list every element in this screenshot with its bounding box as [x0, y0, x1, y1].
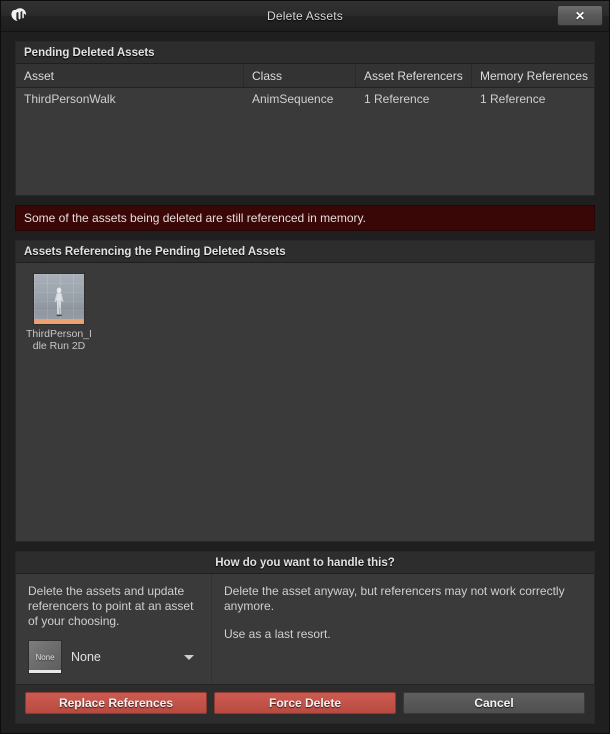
referencing-assets-panel: Assets Referencing the Pending Deleted A… — [15, 240, 595, 542]
mannequin-figure-icon — [54, 287, 64, 317]
pending-assets-header: Pending Deleted Assets — [16, 42, 594, 64]
chevron-down-icon — [184, 654, 194, 660]
pending-deleted-assets-panel: Pending Deleted Assets Asset Class Asset… — [15, 41, 595, 196]
mannequin-thumbnail-icon — [33, 273, 85, 325]
handle-options-body: Delete the assets and update referencers… — [16, 574, 594, 684]
referencing-assets-header: Assets Referencing the Pending Deleted A… — [16, 241, 594, 263]
column-header-class[interactable]: Class — [244, 64, 356, 87]
table-body: ThirdPersonWalk AnimSequence 1 Reference… — [16, 88, 594, 195]
column-header-asset[interactable]: Asset — [16, 64, 244, 87]
replacement-thumbnail-bar — [29, 670, 61, 673]
close-icon: ✕ — [574, 8, 586, 23]
replacement-asset-combobox[interactable]: None — [62, 640, 200, 674]
handle-options-header: How do you want to handle this? — [16, 552, 594, 574]
referencing-assets-header-label: Assets Referencing the Pending Deleted A… — [24, 245, 286, 258]
warning-message: Some of the assets being deleted are sti… — [24, 211, 366, 225]
replacement-asset-value: None — [71, 650, 101, 664]
column-header-asset-referencers[interactable]: Asset Referencers — [356, 64, 472, 87]
replace-option-column: Delete the assets and update referencers… — [16, 574, 212, 684]
replace-option-description: Delete the assets and update referencers… — [28, 584, 194, 628]
thumbnail-accent-bar — [34, 319, 84, 324]
pending-assets-header-label: Pending Deleted Assets — [24, 46, 155, 59]
force-delete-option-note: Use as a last resort. — [224, 627, 331, 641]
table-row[interactable]: ThirdPersonWalk AnimSequence 1 Reference… — [16, 88, 594, 109]
replacement-asset-picker[interactable]: None None — [28, 640, 200, 674]
referencing-assets-grid: ThirdPerson_Idle Run 2D — [16, 263, 594, 541]
column-header-memory-references[interactable]: Memory References — [472, 64, 594, 87]
table-header-row: Asset Class Asset Referencers Memory Ref… — [16, 64, 594, 88]
replacement-asset-thumbnail: None — [28, 640, 62, 674]
asset-tile[interactable]: ThirdPerson_Idle Run 2D — [26, 273, 92, 352]
force-delete-option-description: Delete the asset anyway, but referencers… — [224, 584, 565, 613]
unreal-engine-logo-icon — [5, 1, 35, 31]
handle-options-header-label: How do you want to handle this? — [215, 556, 395, 569]
replacement-thumbnail-label: None — [35, 652, 55, 662]
force-delete-button[interactable]: Force Delete — [214, 692, 396, 714]
window-title: Delete Assets — [267, 9, 343, 23]
cell-class: AnimSequence — [252, 91, 334, 106]
title-bar[interactable]: Delete Assets ✕ — [1, 1, 609, 32]
cell-asset: ThirdPersonWalk — [24, 91, 116, 106]
bottom-spacer — [15, 724, 595, 733]
delete-assets-dialog: Delete Assets ✕ Pending Deleted Assets A… — [0, 0, 610, 734]
cancel-button[interactable]: Cancel — [403, 692, 585, 714]
cell-asset-referencers: 1 Reference — [364, 91, 430, 106]
cell-memory-references: 1 Reference — [480, 91, 546, 106]
force-delete-option-column: Delete the asset anyway, but referencers… — [212, 574, 594, 684]
action-buttons-row: Replace References Force Delete Cancel — [16, 684, 594, 723]
asset-tile-label: ThirdPerson_Idle Run 2D — [26, 328, 92, 352]
memory-reference-warning: Some of the assets being deleted are sti… — [15, 205, 595, 231]
handle-options-panel: How do you want to handle this? Delete t… — [15, 551, 595, 724]
dialog-body: Pending Deleted Assets Asset Class Asset… — [1, 32, 609, 733]
replace-references-button[interactable]: Replace References — [25, 692, 207, 714]
close-button[interactable]: ✕ — [557, 5, 603, 26]
